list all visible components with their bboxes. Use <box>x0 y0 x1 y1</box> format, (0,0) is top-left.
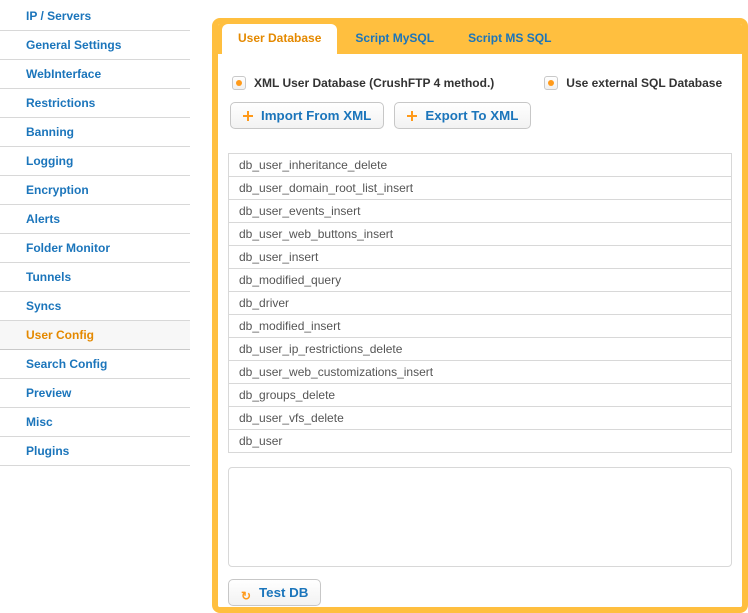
list-item[interactable]: db_user_domain_root_list_insert <box>228 177 732 200</box>
list-item-label: db_driver <box>239 296 289 310</box>
import-from-xml-button[interactable]: Import From XML <box>230 102 384 129</box>
button-label: Import From XML <box>261 108 371 123</box>
tab-script-mssql[interactable]: Script MS SQL <box>452 24 567 54</box>
refresh-icon <box>241 588 251 598</box>
sidebar-item-restrictions[interactable]: Restrictions <box>0 89 190 118</box>
db-key-list: db_user_inheritance_delete db_user_domai… <box>228 153 732 453</box>
list-item-label: db_user_domain_root_list_insert <box>239 181 413 195</box>
sidebar-item-misc[interactable]: Misc <box>0 408 190 437</box>
list-item-label: db_user <box>239 434 282 448</box>
radio-dot-icon <box>236 80 242 86</box>
sidebar-item-logging[interactable]: Logging <box>0 147 190 176</box>
export-to-xml-button[interactable]: Export To XML <box>394 102 531 129</box>
list-item-label: db_modified_query <box>239 273 341 287</box>
sidebar-item-label: Preview <box>26 386 71 400</box>
sidebar-item-search-config[interactable]: Search Config <box>0 350 190 379</box>
tab-user-database[interactable]: User Database <box>222 24 337 54</box>
sidebar-item-webinterface[interactable]: WebInterface <box>0 60 190 89</box>
sidebar-item-label: IP / Servers <box>26 9 91 23</box>
query-detail-textarea[interactable] <box>228 467 732 567</box>
sidebar-nav: IP / Servers General Settings WebInterfa… <box>0 0 190 613</box>
list-item-label: db_user_vfs_delete <box>239 411 344 425</box>
tab-script-mysql[interactable]: Script MySQL <box>339 24 450 54</box>
sidebar-item-syncs[interactable]: Syncs <box>0 292 190 321</box>
sidebar-item-tunnels[interactable]: Tunnels <box>0 263 190 292</box>
sidebar-item-label: Alerts <box>26 212 60 226</box>
sidebar-item-label: Tunnels <box>26 270 71 284</box>
sidebar-item-label: General Settings <box>26 38 121 52</box>
button-label: Export To XML <box>425 108 518 123</box>
sidebar-item-label: Restrictions <box>26 96 95 110</box>
sidebar-item-preview[interactable]: Preview <box>0 379 190 408</box>
sidebar-item-folder-monitor[interactable]: Folder Monitor <box>0 234 190 263</box>
tab-container: User Database Script MySQL Script MS SQL… <box>212 18 748 613</box>
list-item[interactable]: db_user_ip_restrictions_delete <box>228 338 732 361</box>
list-item[interactable]: db_modified_query <box>228 269 732 292</box>
button-label: Test DB <box>259 585 308 600</box>
radio-icon <box>232 76 246 90</box>
sidebar-item-user-config[interactable]: User Config <box>0 321 190 350</box>
xml-action-row: Import From XML Export To XML <box>228 102 732 129</box>
app-root: IP / Servers General Settings WebInterfa… <box>0 0 748 613</box>
plus-icon <box>243 111 253 121</box>
list-item-label: db_user_inheritance_delete <box>239 158 387 172</box>
sidebar-item-plugins[interactable]: Plugins <box>0 437 190 466</box>
main-panel: User Database Script MySQL Script MS SQL… <box>190 0 748 613</box>
sidebar-item-general-settings[interactable]: General Settings <box>0 31 190 60</box>
radio-label: XML User Database (CrushFTP 4 method.) <box>254 76 494 90</box>
list-item[interactable]: db_user_events_insert <box>228 200 732 223</box>
radio-sql-db[interactable]: Use external SQL Database <box>544 76 722 90</box>
sidebar-item-label: Plugins <box>26 444 69 458</box>
sidebar-item-ip-servers[interactable]: IP / Servers <box>0 2 190 31</box>
list-item[interactable]: db_user <box>228 430 732 453</box>
list-item[interactable]: db_user_web_customizations_insert <box>228 361 732 384</box>
tab-label: Script MySQL <box>355 31 434 45</box>
tab-label: User Database <box>238 31 321 45</box>
tab-bar: User Database Script MySQL Script MS SQL <box>218 24 742 54</box>
radio-icon <box>544 76 558 90</box>
sidebar-item-banning[interactable]: Banning <box>0 118 190 147</box>
list-item[interactable]: db_user_vfs_delete <box>228 407 732 430</box>
list-item[interactable]: db_groups_delete <box>228 384 732 407</box>
plus-icon <box>407 111 417 121</box>
list-item-label: db_user_events_insert <box>239 204 360 218</box>
list-item[interactable]: db_user_insert <box>228 246 732 269</box>
list-item[interactable]: db_driver <box>228 292 732 315</box>
tab-label: Script MS SQL <box>468 31 551 45</box>
list-item[interactable]: db_user_inheritance_delete <box>228 154 732 177</box>
sidebar-item-label: User Config <box>26 328 94 342</box>
sidebar-item-label: Banning <box>26 125 74 139</box>
sidebar-item-alerts[interactable]: Alerts <box>0 205 190 234</box>
radio-label: Use external SQL Database <box>566 76 722 90</box>
list-item-label: db_user_web_customizations_insert <box>239 365 433 379</box>
list-item-label: db_modified_insert <box>239 319 340 333</box>
sidebar-item-label: WebInterface <box>26 67 101 81</box>
list-item-label: db_groups_delete <box>239 388 335 402</box>
test-db-button[interactable]: Test DB <box>228 579 321 606</box>
sidebar-item-label: Syncs <box>26 299 61 313</box>
sidebar-item-label: Search Config <box>26 357 107 371</box>
list-item[interactable]: db_modified_insert <box>228 315 732 338</box>
radio-dot-icon <box>548 80 554 86</box>
sidebar-item-label: Folder Monitor <box>26 241 110 255</box>
radio-xml-db[interactable]: XML User Database (CrushFTP 4 method.) <box>232 76 494 90</box>
list-item-label: db_user_ip_restrictions_delete <box>239 342 402 356</box>
sidebar-item-label: Logging <box>26 154 73 168</box>
tab-body: XML User Database (CrushFTP 4 method.) U… <box>218 54 742 613</box>
sidebar-item-encryption[interactable]: Encryption <box>0 176 190 205</box>
sidebar-item-label: Misc <box>26 415 53 429</box>
db-mode-radio-group: XML User Database (CrushFTP 4 method.) U… <box>228 76 732 90</box>
list-item[interactable]: db_user_web_buttons_insert <box>228 223 732 246</box>
list-item-label: db_user_web_buttons_insert <box>239 227 393 241</box>
list-item-label: db_user_insert <box>239 250 318 264</box>
sidebar-item-label: Encryption <box>26 183 89 197</box>
